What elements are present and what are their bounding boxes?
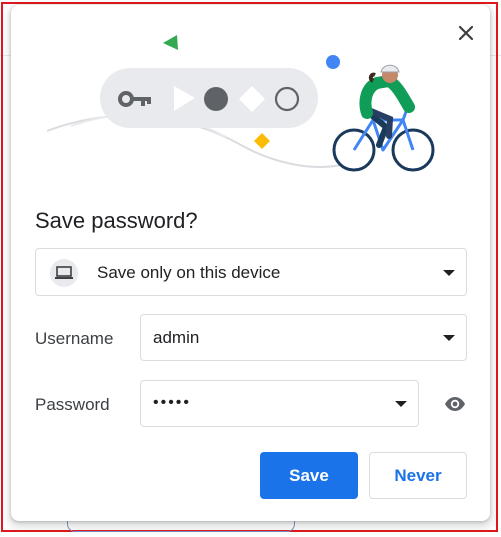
yellow-diamond-shape bbox=[254, 133, 270, 149]
storage-location-select[interactable]: Save only on this device bbox=[35, 248, 467, 296]
green-triangle-shape bbox=[163, 35, 178, 50]
chevron-down-icon[interactable] bbox=[443, 335, 455, 341]
never-button[interactable]: Never bbox=[369, 452, 467, 499]
dialog-title: Save password? bbox=[35, 208, 198, 233]
chevron-down-icon[interactable] bbox=[395, 401, 407, 407]
username-label: Username bbox=[35, 329, 114, 348]
dark-dot-shape bbox=[204, 87, 228, 111]
password-label: Password bbox=[35, 395, 110, 414]
storage-location-label: Save only on this device bbox=[97, 263, 281, 282]
username-field[interactable]: admin bbox=[140, 314, 467, 361]
cyclist-illustration bbox=[332, 64, 435, 172]
password-field[interactable]: ••••• bbox=[140, 380, 419, 427]
chevron-down-icon bbox=[443, 270, 455, 276]
save-password-dialog: Save password? Save only on this device … bbox=[11, 5, 490, 521]
save-button[interactable]: Save bbox=[260, 452, 358, 499]
laptop-icon-wrap bbox=[50, 259, 78, 287]
eye-icon bbox=[445, 397, 465, 411]
blue-dot-shape bbox=[326, 55, 340, 69]
show-password-button[interactable] bbox=[443, 394, 467, 414]
username-value: admin bbox=[153, 328, 200, 347]
laptop-icon bbox=[55, 266, 73, 279]
password-illustration bbox=[46, 35, 435, 172]
password-value: ••••• bbox=[153, 394, 192, 411]
